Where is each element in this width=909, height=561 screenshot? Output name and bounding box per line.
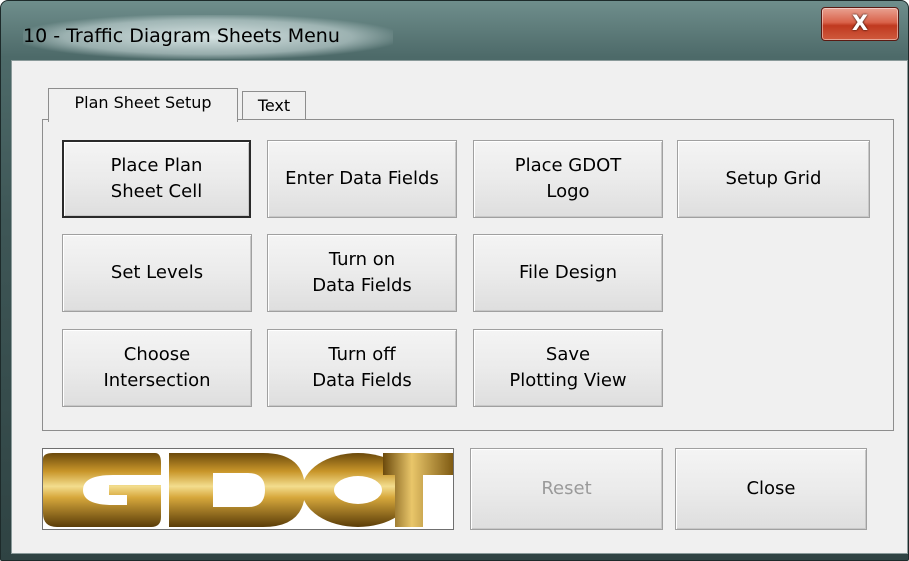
- close-window-button[interactable]: X: [821, 7, 899, 41]
- set-levels-button[interactable]: Set Levels: [62, 234, 252, 312]
- gdot-logo-graphic: [43, 453, 453, 527]
- dialog-window: 10 - Traffic Diagram Sheets Menu X Plan …: [0, 0, 909, 561]
- setup-grid-button[interactable]: Setup Grid: [677, 140, 870, 218]
- enter-data-fields-button[interactable]: Enter Data Fields: [267, 140, 457, 218]
- window-title: 10 - Traffic Diagram Sheets Menu: [23, 25, 340, 47]
- turn-off-data-fields-button[interactable]: Turn off Data Fields: [267, 329, 457, 407]
- choose-intersection-button[interactable]: Choose Intersection: [62, 329, 252, 407]
- gdot-logo: [42, 448, 454, 530]
- file-design-button[interactable]: File Design: [473, 234, 663, 312]
- place-gdot-logo-button[interactable]: Place GDOT Logo: [473, 140, 663, 218]
- tab-text[interactable]: Text: [242, 91, 306, 120]
- title-bar[interactable]: 10 - Traffic Diagram Sheets Menu X: [1, 1, 909, 61]
- turn-on-data-fields-button[interactable]: Turn on Data Fields: [267, 234, 457, 312]
- reset-button[interactable]: Reset: [470, 448, 663, 530]
- place-plan-sheet-cell-button[interactable]: Place Plan Sheet Cell: [62, 140, 251, 218]
- close-button[interactable]: Close: [675, 448, 867, 530]
- dialog-client-area: Plan Sheet Setup Text Place Plan Sheet C…: [11, 60, 908, 554]
- tab-plan-sheet-setup[interactable]: Plan Sheet Setup: [48, 88, 238, 122]
- save-plotting-view-button[interactable]: Save Plotting View: [473, 329, 663, 407]
